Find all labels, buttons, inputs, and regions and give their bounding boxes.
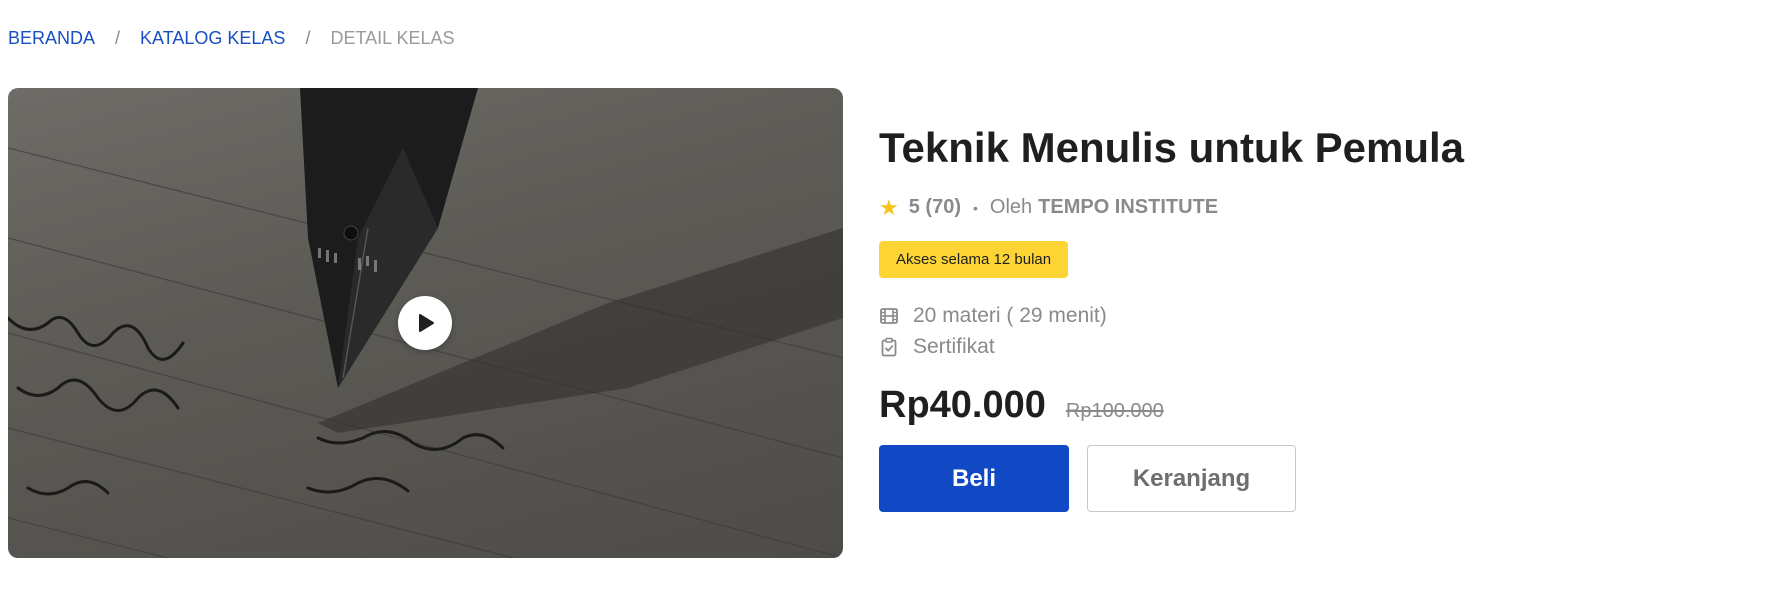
feature-materials: 20 materi ( 29 menit) <box>879 300 1739 331</box>
clipboard-check-icon <box>879 337 899 357</box>
certificate-label: Sertifikat <box>913 334 995 358</box>
price-row: Rp40.000 Rp100.000 <box>879 384 1739 427</box>
original-price: Rp100.000 <box>1065 400 1164 422</box>
course-meta: ★ 5 (70) • Oleh TEMPO INSTITUTE <box>879 196 1739 219</box>
course-info: Teknik Menulis untuk Pemula ★ 5 (70) • O… <box>879 120 1739 512</box>
instructor-name[interactable]: TEMPO INSTITUTE <box>1038 196 1218 219</box>
breadcrumb-separator: / <box>115 28 121 48</box>
instructor-prefix: Oleh <box>989 196 1033 218</box>
play-icon <box>419 314 434 332</box>
current-price: Rp40.000 <box>879 384 1046 426</box>
course-preview-video[interactable] <box>8 88 843 558</box>
star-icon: ★ <box>879 194 899 220</box>
materials-count: 20 materi ( 29 menit) <box>913 303 1107 327</box>
breadcrumb-catalog-link[interactable]: KATALOG KELAS <box>140 28 285 49</box>
breadcrumb: BERANDA / KATALOG KELAS / DETAIL KELAS <box>8 28 455 49</box>
course-features: 20 materi ( 29 menit) Sertifikat <box>879 300 1739 362</box>
meta-separator: • <box>972 199 978 216</box>
breadcrumb-separator: / <box>305 28 311 48</box>
breadcrumb-home-link[interactable]: BERANDA <box>8 28 95 49</box>
film-icon <box>879 306 899 326</box>
course-title: Teknik Menulis untuk Pemula <box>879 124 1465 171</box>
purchase-actions: Beli Keranjang <box>879 445 1739 512</box>
play-button[interactable] <box>398 296 452 350</box>
buy-button[interactable]: Beli <box>879 445 1069 512</box>
feature-certificate: Sertifikat <box>879 331 1739 362</box>
course-rating: 5 (70) <box>908 196 961 218</box>
add-to-cart-button[interactable]: Keranjang <box>1087 445 1296 512</box>
breadcrumb-current: DETAIL KELAS <box>330 28 455 48</box>
access-badge: Akses selama 12 bulan <box>879 241 1069 278</box>
